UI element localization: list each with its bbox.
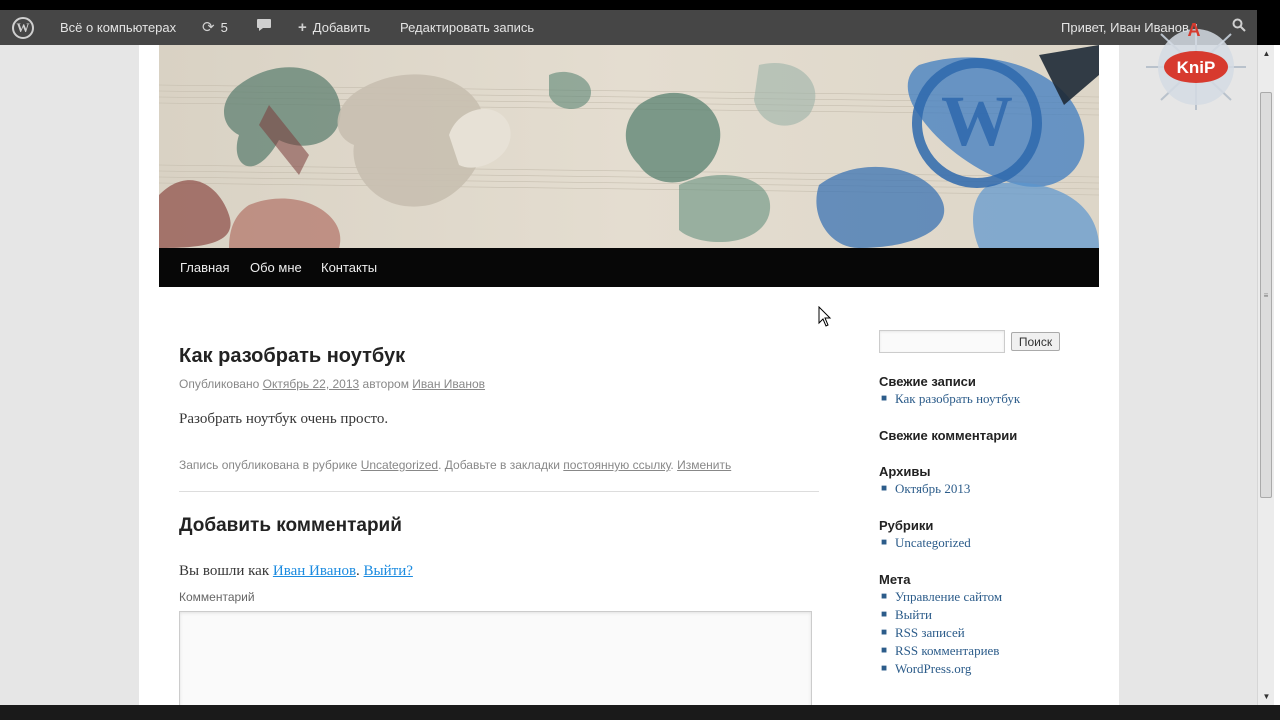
watermark-text: KniP — [1177, 58, 1216, 77]
nav-item-about[interactable]: Обо мне — [250, 248, 302, 287]
post-footer: Запись опубликована в рубрике Uncategori… — [179, 458, 731, 472]
meta-prefix: Опубликовано — [179, 377, 260, 391]
bullet-icon: ■ — [881, 609, 888, 620]
updates-count: 5 — [220, 20, 228, 35]
wordpress-logo-icon: W — [12, 16, 34, 39]
comment-textarea[interactable] — [179, 611, 812, 705]
nav-item-contacts[interactable]: Контакты — [321, 248, 377, 287]
add-new-label: Добавить — [312, 20, 371, 35]
nav-item-home[interactable]: Главная — [180, 248, 229, 287]
mouse-cursor-icon — [818, 305, 832, 333]
recent-posts-list: ■ Как разобрать ноутбук — [879, 390, 1020, 408]
recent-posts-title: Свежие записи — [879, 374, 976, 389]
comments-button[interactable] — [256, 10, 272, 45]
divider — [179, 491, 819, 492]
logged-in-prefix: Вы вошли как — [179, 563, 270, 579]
recent-comments-title: Свежие комментарии — [879, 428, 1018, 443]
list-item: ■ RSS записей — [879, 624, 1002, 642]
wordpress-logo-button[interactable]: W — [12, 10, 34, 45]
post-body: Разобрать ноутбук очень просто. — [179, 411, 389, 427]
browser-viewport: W Главная Обо мне Контакты Как разобрать… — [0, 45, 1257, 705]
plus-icon: + — [298, 19, 307, 36]
admin-bar: W Всё о компьютерах ⟳ 5 + Добавить Редак… — [0, 10, 1257, 45]
meta-list: ■ Управление сайтом ■ Выйти ■ RSS записей ■… — [879, 588, 1002, 678]
category-sidebar-link[interactable]: Uncategorized — [895, 535, 971, 550]
footer-prefix: Запись опубликована в рубрике — [179, 458, 358, 472]
categories-title: Рубрики — [879, 518, 934, 533]
comment-bubble-icon — [256, 10, 272, 45]
edit-post-link[interactable]: Редактировать запись — [400, 10, 534, 45]
add-new-button[interactable]: + Добавить — [298, 10, 370, 45]
edit-post-label: Редактировать запись — [400, 20, 535, 35]
meta-link-rss-posts[interactable]: RSS записей — [895, 625, 965, 640]
list-item: ■ RSS комментариев — [879, 642, 1002, 660]
svg-text:W: W — [941, 81, 1013, 161]
archives-list: ■ Октябрь 2013 — [879, 480, 970, 498]
main-navigation: Главная Обо мне Контакты — [159, 248, 1099, 287]
sidebar-search-button[interactable]: Поиск — [1011, 332, 1060, 351]
post-author-link[interactable]: Иван Иванов — [412, 377, 485, 391]
meta-author-prefix: автором — [362, 377, 409, 391]
sidebar-search-input[interactable] — [879, 330, 1005, 353]
post-date-link[interactable]: Октябрь 22, 2013 — [263, 377, 360, 391]
list-item: ■ Uncategorized — [879, 534, 971, 552]
meta-link-rss-comments[interactable]: RSS комментариев — [895, 643, 999, 658]
profile-link[interactable]: Иван Иванов — [273, 563, 356, 579]
post-title[interactable]: Как разобрать ноутбук — [179, 345, 405, 368]
bullet-icon: ■ — [881, 591, 888, 602]
edit-post-footer-link[interactable]: Изменить — [677, 458, 731, 472]
scroll-down-arrow-icon[interactable]: ▼ — [1258, 688, 1275, 705]
comment-field-label: Комментарий — [179, 590, 255, 604]
list-item: ■ Октябрь 2013 — [879, 480, 970, 498]
list-item: ■ Управление сайтом — [879, 588, 1002, 606]
knip-logo: KniP A — [1136, 20, 1256, 112]
meta-title: Мета — [879, 572, 911, 587]
svg-text:A: A — [1188, 22, 1201, 40]
categories-list: ■ Uncategorized — [879, 534, 971, 552]
category-link[interactable]: Uncategorized — [361, 458, 438, 472]
permalink-link[interactable]: постоянную ссылку — [563, 458, 670, 472]
recent-post-link[interactable]: Как разобрать ноутбук — [895, 391, 1020, 406]
bullet-icon: ■ — [881, 663, 888, 674]
list-item: ■ Выйти — [879, 606, 1002, 624]
header-image[interactable]: W — [159, 45, 1099, 248]
vertical-scrollbar[interactable]: ▲ ≡ ▼ — [1257, 45, 1274, 705]
scroll-thumb[interactable]: ≡ — [1260, 92, 1272, 498]
archive-link[interactable]: Октябрь 2013 — [895, 481, 970, 496]
logged-in-notice: Вы вошли как Иван Иванов. Выйти? — [179, 563, 413, 580]
bullet-icon: ■ — [881, 393, 888, 404]
footer-dot: . — [670, 458, 674, 472]
meta-link-logout[interactable]: Выйти — [895, 607, 932, 622]
list-item: ■ WordPress.org — [879, 660, 1002, 678]
archives-title: Архивы — [879, 464, 931, 479]
logged-in-dot: . — [356, 563, 360, 579]
bullet-icon: ■ — [881, 537, 888, 548]
list-item: ■ Как разобрать ноутбук — [879, 390, 1020, 408]
taskbar-strip — [0, 705, 1280, 720]
post-meta: Опубликовано Октябрь 22, 2013 автором Ив… — [179, 377, 485, 391]
footer-middle: . Добавьте в закладки — [438, 458, 560, 472]
bullet-icon: ■ — [881, 483, 888, 494]
reply-title: Добавить комментарий — [179, 515, 402, 536]
bullet-icon: ■ — [881, 627, 888, 638]
site-name-link[interactable]: Всё о компьютерах — [60, 10, 176, 45]
logout-link[interactable]: Выйти? — [364, 563, 413, 579]
scroll-up-arrow-icon[interactable]: ▲ — [1258, 45, 1275, 62]
window-edge — [1274, 45, 1280, 705]
refresh-icon: ⟳ — [202, 19, 215, 36]
bullet-icon: ■ — [881, 645, 888, 656]
updates-button[interactable]: ⟳ 5 — [202, 10, 228, 45]
meta-link-admin[interactable]: Управление сайтом — [895, 589, 1002, 604]
meta-link-wordpress[interactable]: WordPress.org — [895, 661, 971, 676]
site-name-label: Всё о компьютерах — [60, 20, 177, 35]
page-container: W Главная Обо мне Контакты Как разобрать… — [139, 45, 1119, 705]
